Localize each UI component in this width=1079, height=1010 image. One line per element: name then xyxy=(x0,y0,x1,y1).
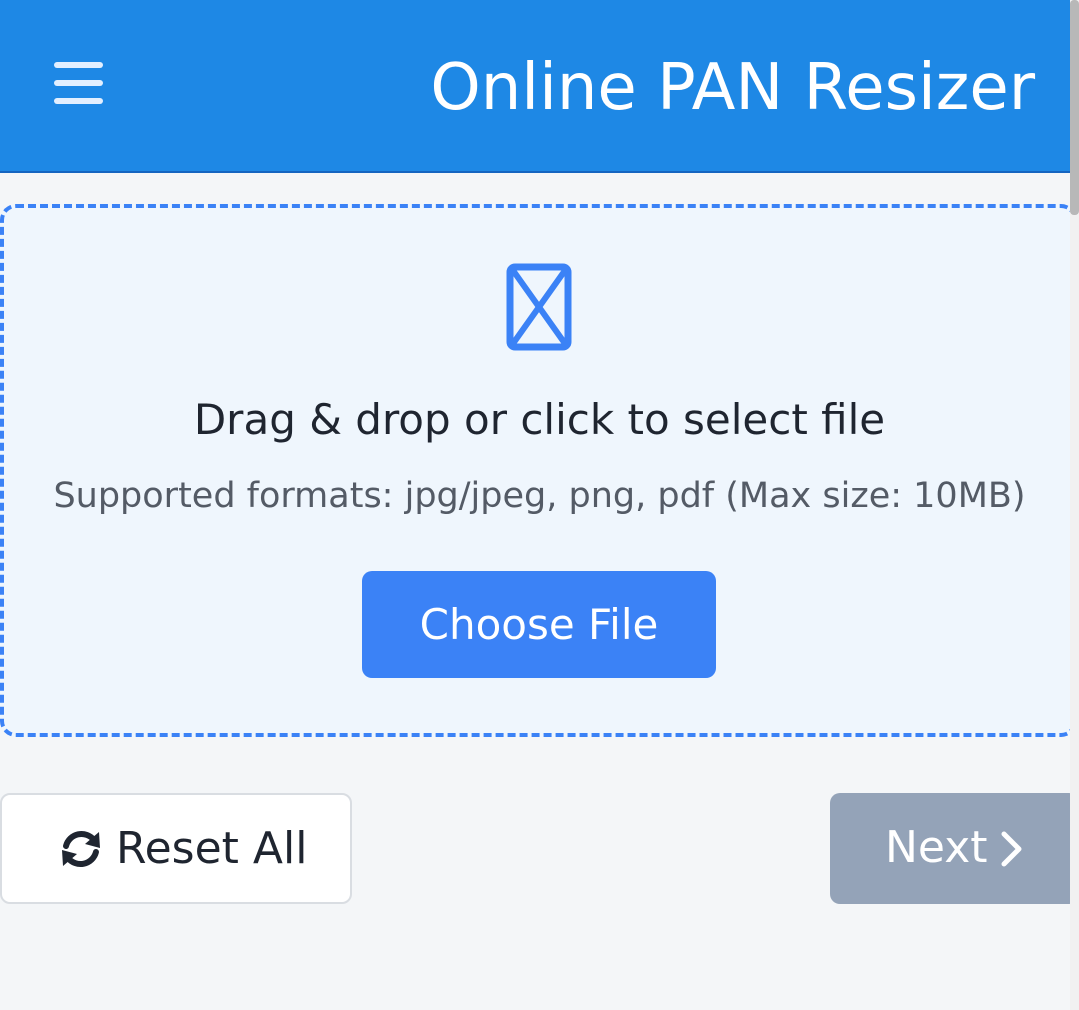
reset-all-button[interactable]: Reset All xyxy=(0,793,352,904)
page-scrollbar[interactable] xyxy=(1070,0,1079,1010)
refresh-icon xyxy=(62,831,100,867)
supported-formats-text: Supported formats: jpg/jpeg, png, pdf (M… xyxy=(53,476,1026,516)
dropzone-prompt: Drag & drop or click to select file xyxy=(193,395,886,444)
file-icon xyxy=(506,263,572,351)
page-title: Online PAN Resizer xyxy=(430,51,1035,125)
choose-file-button[interactable]: Choose File xyxy=(362,571,716,678)
app-header: Online PAN Resizer xyxy=(0,0,1079,173)
next-label: Next xyxy=(885,822,988,873)
next-button[interactable]: Next xyxy=(830,793,1079,904)
chevron-right-icon xyxy=(1001,831,1022,867)
hamburger-menu-icon[interactable] xyxy=(54,62,103,105)
scrollbar-thumb[interactable] xyxy=(1070,0,1079,215)
reset-all-label: Reset All xyxy=(116,823,308,874)
